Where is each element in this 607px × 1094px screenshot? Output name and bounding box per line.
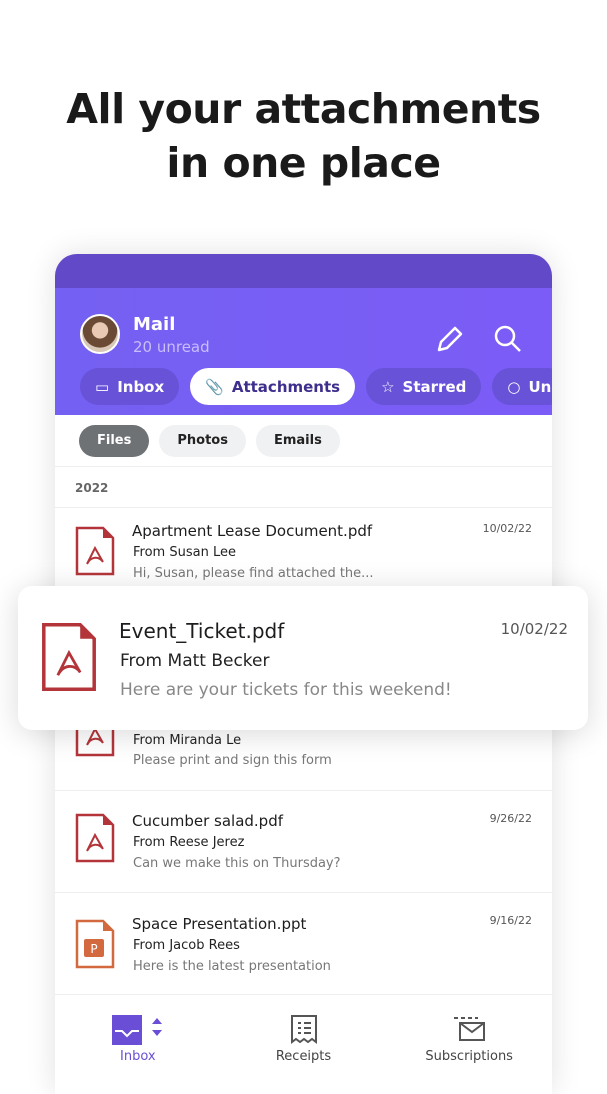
file-name: Space Presentation.ppt bbox=[132, 915, 307, 933]
sender: From Susan Lee bbox=[133, 545, 236, 560]
file-name: Apartment Lease Document.pdf bbox=[132, 522, 373, 540]
tab-label: Inbox bbox=[117, 377, 165, 396]
chip-photos[interactable]: Photos bbox=[159, 424, 246, 457]
tab-label: Attachments bbox=[231, 377, 341, 396]
nav-label: Inbox bbox=[120, 1049, 156, 1064]
mail-header: Mail 20 unread ▭ Inbox 📎 Attachments ☆ Star… bbox=[55, 288, 552, 415]
preview: Can we make this on Thursday? bbox=[133, 856, 341, 871]
search-icon[interactable] bbox=[493, 324, 523, 354]
file-name: Cucumber salad.pdf bbox=[132, 812, 284, 830]
tab-unread[interactable]: ○ Un bbox=[492, 368, 552, 405]
date: 9/16/22 bbox=[489, 914, 532, 927]
date: 10/02/22 bbox=[500, 620, 568, 638]
nav-label: Subscriptions bbox=[425, 1049, 513, 1064]
headline-line-1: All your attachments bbox=[66, 85, 541, 133]
nav-receipts[interactable]: Receipts bbox=[221, 995, 387, 1094]
pdf-file-icon bbox=[42, 623, 96, 691]
section-header: 2022 bbox=[55, 467, 552, 508]
mail-title: Mail bbox=[133, 314, 176, 335]
star-icon: ☆ bbox=[381, 377, 395, 396]
tab-label: Un bbox=[528, 377, 552, 396]
compose-icon[interactable] bbox=[435, 324, 465, 354]
date: 9/26/22 bbox=[489, 812, 532, 825]
featured-attachment-card[interactable]: Event_Ticket.pdf From Matt Becker Here a… bbox=[18, 586, 588, 730]
tab-attachments[interactable]: 📎 Attachments bbox=[190, 368, 356, 405]
bottom-nav: Inbox Receipts Subscriptions bbox=[55, 995, 552, 1094]
folder-tabs: ▭ Inbox 📎 Attachments ☆ Starred ○ Un bbox=[80, 368, 552, 405]
tab-starred[interactable]: ☆ Starred bbox=[366, 368, 482, 405]
preview: Here is the latest presentation bbox=[133, 959, 331, 974]
list-item[interactable]: Cucumber salad.pdf From Reese Jerez Can … bbox=[55, 791, 552, 893]
filter-chips: Files Photos Emails bbox=[55, 415, 552, 467]
pdf-file-icon bbox=[75, 526, 115, 576]
pdf-file-icon bbox=[75, 813, 115, 863]
preview: Please print and sign this form bbox=[133, 753, 332, 768]
ppt-file-icon: P bbox=[75, 919, 115, 969]
inbox-icon: ▭ bbox=[95, 377, 110, 396]
nav-subscriptions[interactable]: Subscriptions bbox=[386, 995, 552, 1094]
tab-label: Starred bbox=[402, 377, 467, 396]
tab-inbox[interactable]: ▭ Inbox bbox=[80, 368, 180, 405]
chip-emails[interactable]: Emails bbox=[255, 424, 340, 457]
receipt-icon bbox=[290, 1015, 317, 1044]
subscriptions-icon bbox=[454, 1017, 486, 1041]
avatar[interactable] bbox=[80, 314, 120, 354]
preview: Hi, Susan, please find attached the... bbox=[133, 566, 374, 581]
circle-icon: ○ bbox=[507, 377, 521, 396]
nav-label: Receipts bbox=[275, 1049, 332, 1064]
paperclip-icon: 📎 bbox=[205, 377, 224, 396]
unread-count: 20 unread bbox=[133, 338, 210, 356]
sender: From Reese Jerez bbox=[133, 835, 245, 850]
svg-text:P: P bbox=[90, 942, 97, 956]
preview: Here are your tickets for this weekend! bbox=[120, 680, 452, 700]
date: 10/02/22 bbox=[482, 522, 532, 535]
sender: From Miranda Le bbox=[133, 733, 242, 748]
sender: From Matt Becker bbox=[120, 651, 270, 671]
chip-files[interactable]: Files bbox=[79, 424, 150, 457]
nav-inbox[interactable]: Inbox bbox=[55, 995, 221, 1094]
list-item[interactable]: P Space Presentation.ppt From Jacob Rees… bbox=[55, 893, 552, 995]
headline: All your attachments in one place bbox=[0, 82, 607, 190]
sender: From Jacob Rees bbox=[133, 938, 240, 953]
headline-line-2: in one place bbox=[166, 139, 441, 187]
status-bar bbox=[55, 254, 552, 288]
file-name: Event_Ticket.pdf bbox=[119, 619, 285, 643]
inbox-icon bbox=[111, 1015, 162, 1045]
